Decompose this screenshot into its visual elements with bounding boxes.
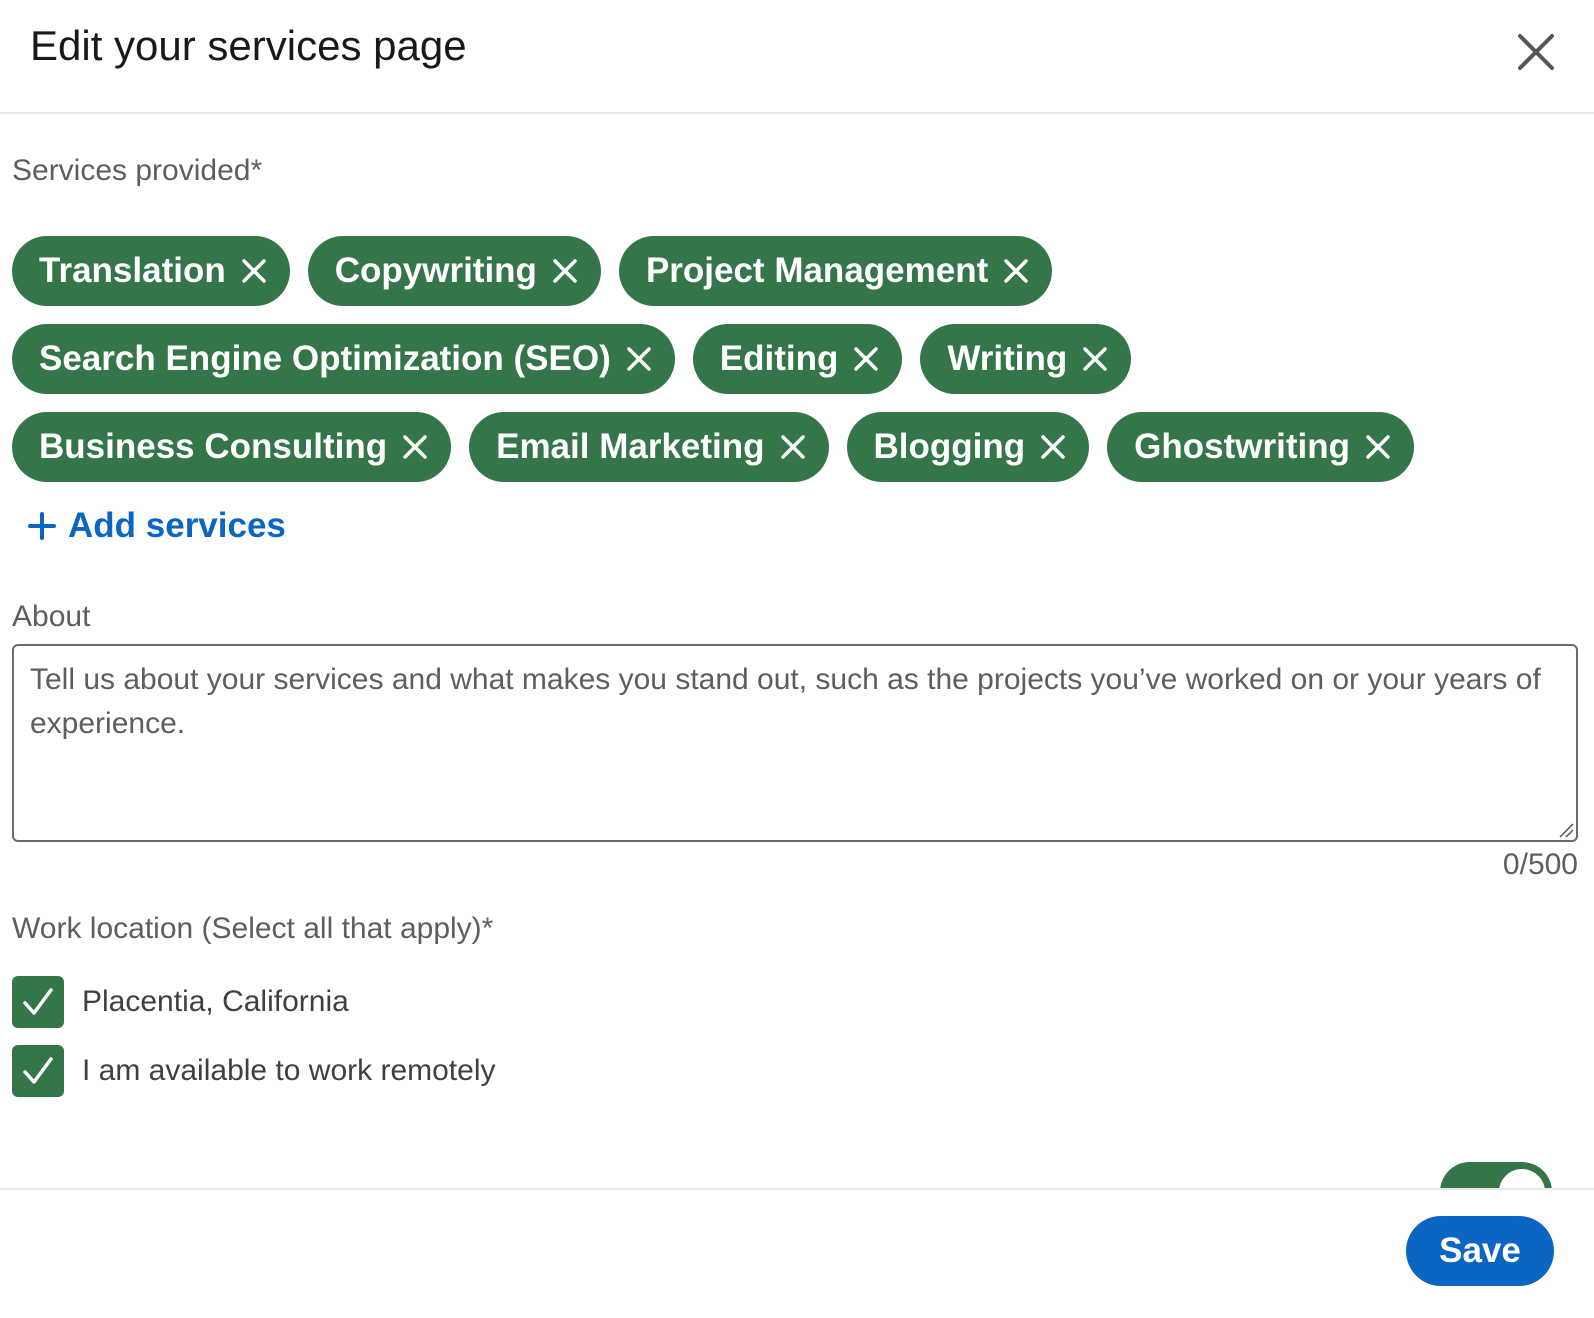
modal-header: Edit your services page xyxy=(0,0,1594,114)
add-services-label: Add services xyxy=(68,506,286,545)
service-chip[interactable]: Ghostwriting xyxy=(1107,412,1414,482)
service-chip-label: Copywriting xyxy=(334,251,537,290)
close-button[interactable] xyxy=(1512,28,1560,76)
save-button[interactable]: Save xyxy=(1406,1216,1554,1286)
work-location-option-placentia[interactable]: Placentia, California xyxy=(12,976,349,1028)
service-chip-label: Blogging xyxy=(873,427,1026,466)
about-char-counter: 0/500 xyxy=(1502,848,1578,881)
checkbox-checked[interactable] xyxy=(12,1045,64,1097)
checkbox-label: Placentia, California xyxy=(82,985,349,1018)
service-chip-label: Business Consulting xyxy=(39,427,388,466)
close-icon xyxy=(1518,34,1554,70)
service-chip-label: Search Engine Optimization (SEO) xyxy=(39,339,611,378)
services-chip-row: Search Engine Optimization (SEO) Editing W… xyxy=(12,324,1572,394)
service-chip[interactable]: Translation xyxy=(12,236,290,306)
service-chip[interactable]: Project Management xyxy=(618,236,1053,306)
close-icon[interactable] xyxy=(401,433,429,461)
modal-title: Edit your services page xyxy=(30,22,467,69)
add-services-button[interactable]: Add services xyxy=(28,506,286,546)
close-icon[interactable] xyxy=(779,433,807,461)
service-chip[interactable]: Copywriting xyxy=(307,236,601,306)
plus-icon xyxy=(28,512,56,540)
resize-handle-icon[interactable] xyxy=(1558,822,1574,838)
service-chip-label: Editing xyxy=(719,339,839,378)
about-field-wrapper xyxy=(12,644,1578,842)
service-chip-label: Email Marketing xyxy=(496,427,765,466)
checkmark-icon xyxy=(23,988,53,1015)
close-icon[interactable] xyxy=(1364,433,1392,461)
work-location-label: Work location (Select all that apply)* xyxy=(12,912,494,945)
service-chip-label: Translation xyxy=(39,251,226,290)
close-icon[interactable] xyxy=(1081,345,1109,373)
services-chip-list: Translation Copywriting Project Management… xyxy=(12,236,1572,500)
close-icon[interactable] xyxy=(240,257,268,285)
service-chip-label: Ghostwriting xyxy=(1134,427,1350,466)
checkmark-icon xyxy=(23,1057,53,1084)
close-icon[interactable] xyxy=(1002,257,1030,285)
work-location-option-remote[interactable]: I am available to work remotely xyxy=(12,1045,496,1097)
edit-services-modal: Edit your services page Services provide… xyxy=(0,0,1594,1318)
checkbox-checked[interactable] xyxy=(12,976,64,1028)
service-chip[interactable]: Search Engine Optimization (SEO) xyxy=(12,324,675,394)
service-chip[interactable]: Writing xyxy=(920,324,1132,394)
modal-footer: Save xyxy=(0,1188,1594,1318)
services-chip-row: Translation Copywriting Project Management xyxy=(12,236,1572,306)
about-textarea[interactable] xyxy=(14,646,1576,840)
service-chip-label: Project Management xyxy=(645,251,989,290)
services-label: Services provided* xyxy=(12,154,263,187)
close-icon[interactable] xyxy=(551,257,579,285)
service-chip[interactable]: Business Consulting xyxy=(12,412,452,482)
close-icon[interactable] xyxy=(852,345,880,373)
close-icon[interactable] xyxy=(625,345,653,373)
service-chip[interactable]: Blogging xyxy=(846,412,1090,482)
close-icon[interactable] xyxy=(1039,433,1067,461)
service-chip[interactable]: Editing xyxy=(692,324,903,394)
service-chip-label: Writing xyxy=(947,339,1068,378)
services-chip-row: Business Consulting Email Marketing Bloggi… xyxy=(12,412,1572,482)
checkbox-label: I am available to work remotely xyxy=(82,1054,496,1087)
about-label: About xyxy=(12,600,91,633)
modal-content: Services provided* Translation Copywritin… xyxy=(0,116,1594,1208)
service-chip[interactable]: Email Marketing xyxy=(469,412,829,482)
